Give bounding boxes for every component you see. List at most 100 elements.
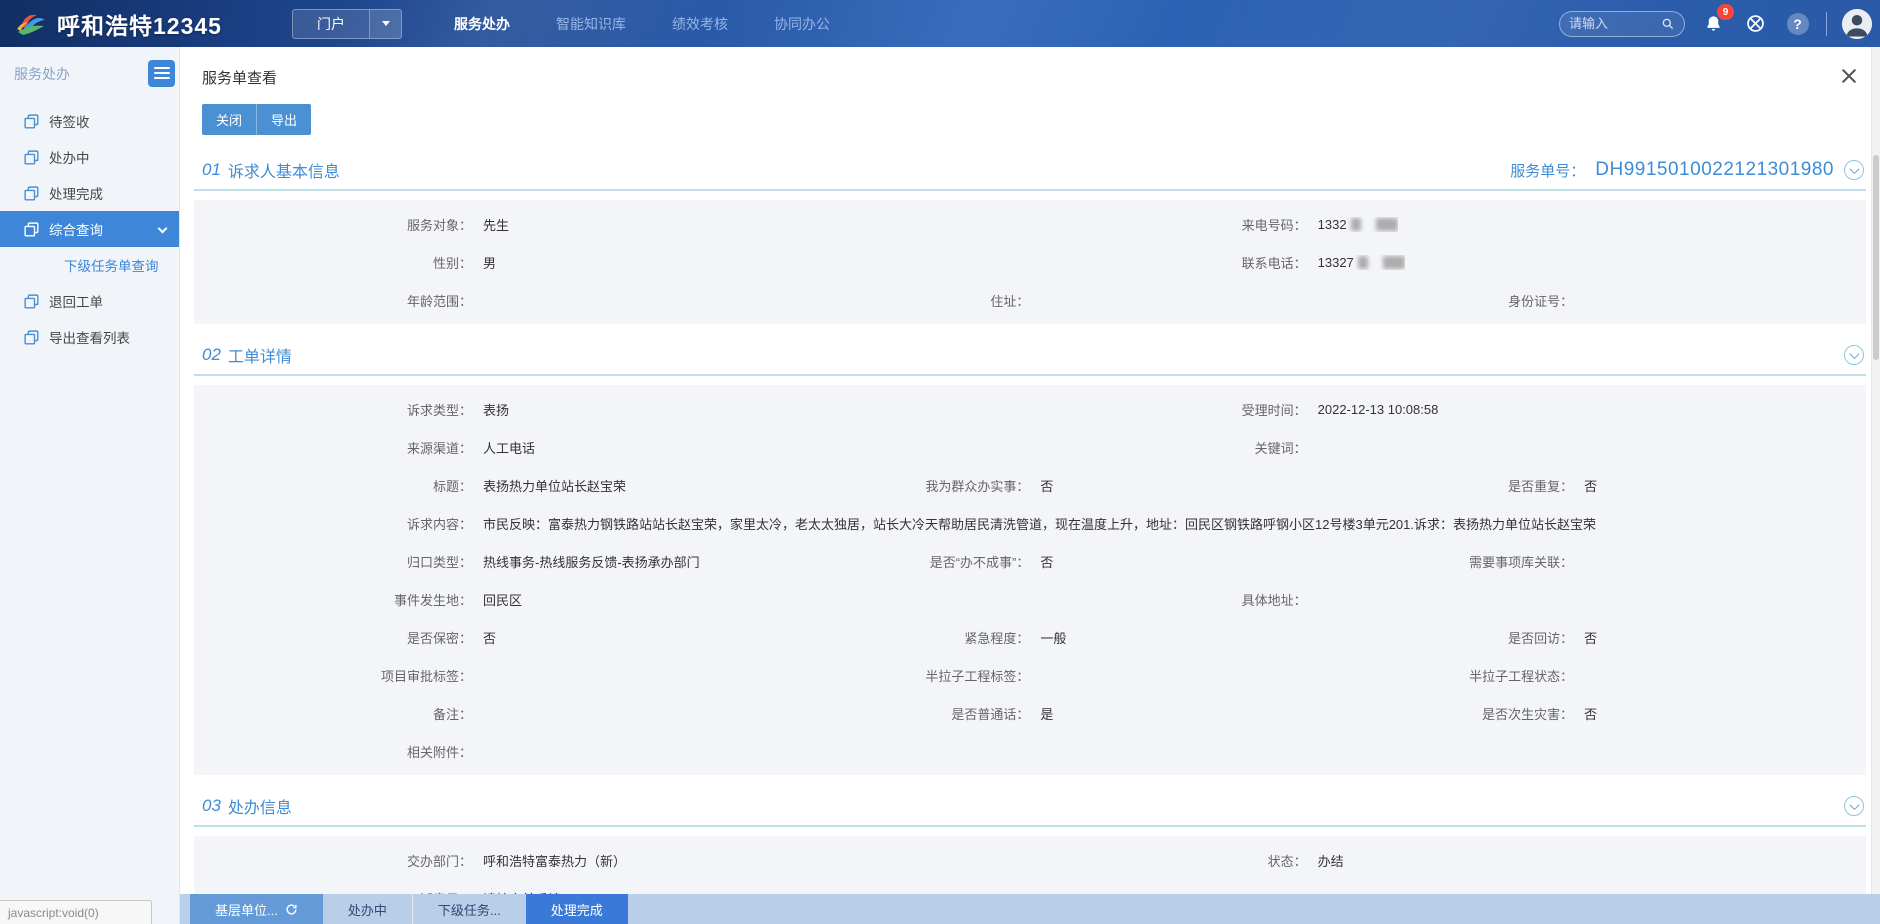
footer-tab-3[interactable]: 下级任务... [412,894,526,924]
sidebar-item-3[interactable]: 处理完成 [0,175,179,211]
bottom-tab-bar: 基层单位... 处办中下级任务... 处理完成 [180,894,1880,924]
field-label: 服务对象： [194,215,472,234]
field-label: 相关附件： [194,742,472,761]
sidebar-item-label: 综合查询 [49,219,103,239]
field-label: 来源渠道： [194,438,472,457]
sidebar-item-5[interactable]: 下级任务单查询 [0,247,179,283]
portal-button-label[interactable]: 门户 [293,10,369,38]
chevron-down-icon [158,224,168,234]
field-value: 否 [1040,476,1053,495]
field-label: 来电号码： [1231,215,1307,234]
section-number: 03 [202,796,221,816]
field-row: 是否保密：否紧急程度：一般是否回访：否 [194,618,1866,656]
field-label: 是否普通话： [829,704,1029,723]
apps-button[interactable] [1742,10,1769,37]
help-button[interactable]: ? [1784,10,1811,37]
field-row: 服务对象： 先生 来电号码： 1332 [194,205,1866,243]
field-label: 身份证号： [1381,291,1573,310]
field-row: 诉求类型：表扬受理时间：2022-12-13 10:08:58 [194,390,1866,428]
nav-item-1[interactable]: 服务处办 [454,14,510,34]
sidebar-item-4[interactable]: 综合查询 [0,211,179,247]
search-icon[interactable] [1661,17,1675,31]
global-search[interactable] [1559,11,1685,37]
export-button[interactable]: 导出 [256,104,311,135]
field-value: 人工电话 [483,438,535,457]
field: 来电号码： 1332 [1231,215,1866,234]
field: 是否“办不成事”： 否 [829,552,1381,571]
section-header-02: 02工单详情 [194,328,1866,376]
section-03: 03处办信息交办部门：呼和浩特富泰热力（新）状态：办结下派意见：请核实并反馈 [180,779,1880,894]
field-label: 需要事项库关联： [1381,552,1573,571]
sidebar-item-label: 处理完成 [49,183,103,203]
field-label: 诉求内容： [194,514,472,533]
section-collapse-icon[interactable] [1844,160,1864,180]
vertical-scrollbar[interactable] [1871,47,1880,894]
sidebar-menu: 待签收处办中处理完成综合查询下级任务单查询退回工单导出查看列表 [0,103,179,355]
field-value: 1332 [1318,217,1398,232]
field-label: 是否回访： [1381,628,1573,647]
field-label: 事件发生地： [194,590,472,609]
portal-menu-button[interactable]: 门户 [292,9,402,39]
chevron-down-icon [1849,349,1859,359]
field-value: 否 [1040,552,1053,571]
close-icon[interactable] [1840,67,1858,85]
field-row: 年龄范围：住址：身份证号： [194,281,1866,319]
field-label: 住址： [829,291,1029,310]
notifications-button[interactable]: 9 [1700,10,1727,37]
sidebar-item-label: 待签收 [49,111,90,131]
copy-icon [24,294,39,309]
close-button[interactable]: 关闭 [202,104,256,135]
field-row: 相关附件： [194,732,1866,770]
field: 归口类型：热线事务-热线服务反馈-表扬承办部门 [194,552,829,571]
field: 项目审批标签： [194,666,829,685]
field-value: 先生 [483,215,509,234]
section-collapse-icon[interactable] [1844,345,1864,365]
field-label: 是否“办不成事”： [829,552,1029,571]
caret-down-icon [382,21,390,26]
field: 半拉子工程状态： [1381,666,1866,685]
field-label: 关键词： [1231,438,1307,457]
redaction-blur [1383,256,1405,269]
footer-tab-label: 基层单位... [215,900,278,919]
field: 标题：表扬热力单位站长赵宝荣 [194,476,829,495]
section-collapse-icon[interactable] [1844,796,1864,816]
field-value: 否 [1584,704,1597,723]
field-area: 服务对象：先生来电号码：1332性别：男联系电话：13327年龄范围：住址：身份… [194,200,1866,324]
sidebar-title: 服务处办 [14,64,70,84]
field-label: 是否次生灾害： [1381,704,1573,723]
field: 受理时间：2022-12-13 10:08:58 [1231,400,1866,419]
field-value: 回民区 [483,590,522,609]
nav-item-4[interactable]: 协同办公 [774,14,830,34]
field: 关键词： [1231,438,1866,457]
sidebar-item-6[interactable]: 退回工单 [0,283,179,319]
field: 诉求类型：表扬 [194,400,1231,419]
status-bar-link-hint: javascript:void(0) [0,900,152,924]
field-label: 交办部门： [194,851,472,870]
sidebar-item-2[interactable]: 处办中 [0,139,179,175]
notification-badge: 9 [1717,4,1734,20]
footer-tab-2[interactable]: 处办中 [323,894,412,924]
field-label: 紧急程度： [829,628,1029,647]
section-02: 02工单详情诉求类型：表扬受理时间：2022-12-13 10:08:58 来源渠… [180,328,1880,775]
nav-item-2[interactable]: 智能知识库 [556,14,626,34]
footer-tab-label: 处理完成 [551,900,603,919]
copy-icon [24,222,39,237]
user-avatar[interactable] [1842,9,1872,39]
sidebar-collapse-icon[interactable] [148,60,175,87]
nav-item-3[interactable]: 绩效考核 [672,14,728,34]
copy-icon [24,150,39,165]
field-value: 是 [1040,704,1053,723]
field: 是否回访： 否 [1381,628,1866,647]
footer-tab-1[interactable]: 基层单位... [190,894,323,924]
search-input[interactable] [1569,16,1661,31]
field-label: 性别： [194,253,472,272]
sidebar-item-1[interactable]: 待签收 [0,103,179,139]
field-row: 事件发生地：回民区具体地址： [194,580,1866,618]
field-row: 性别：男联系电话：13327 [194,243,1866,281]
sidebar-item-7[interactable]: 导出查看列表 [0,319,179,355]
portal-dropdown-arrow[interactable] [369,10,401,38]
field-value: 否 [1584,628,1597,647]
footer-tab-4[interactable]: 处理完成 [526,894,628,924]
field-row: 诉求内容：市民反映：富泰热力钢铁路站站长赵宝荣，家里太冷，老太太独居，站长大冷天… [194,504,1866,542]
scrollbar-thumb[interactable] [1873,155,1879,360]
